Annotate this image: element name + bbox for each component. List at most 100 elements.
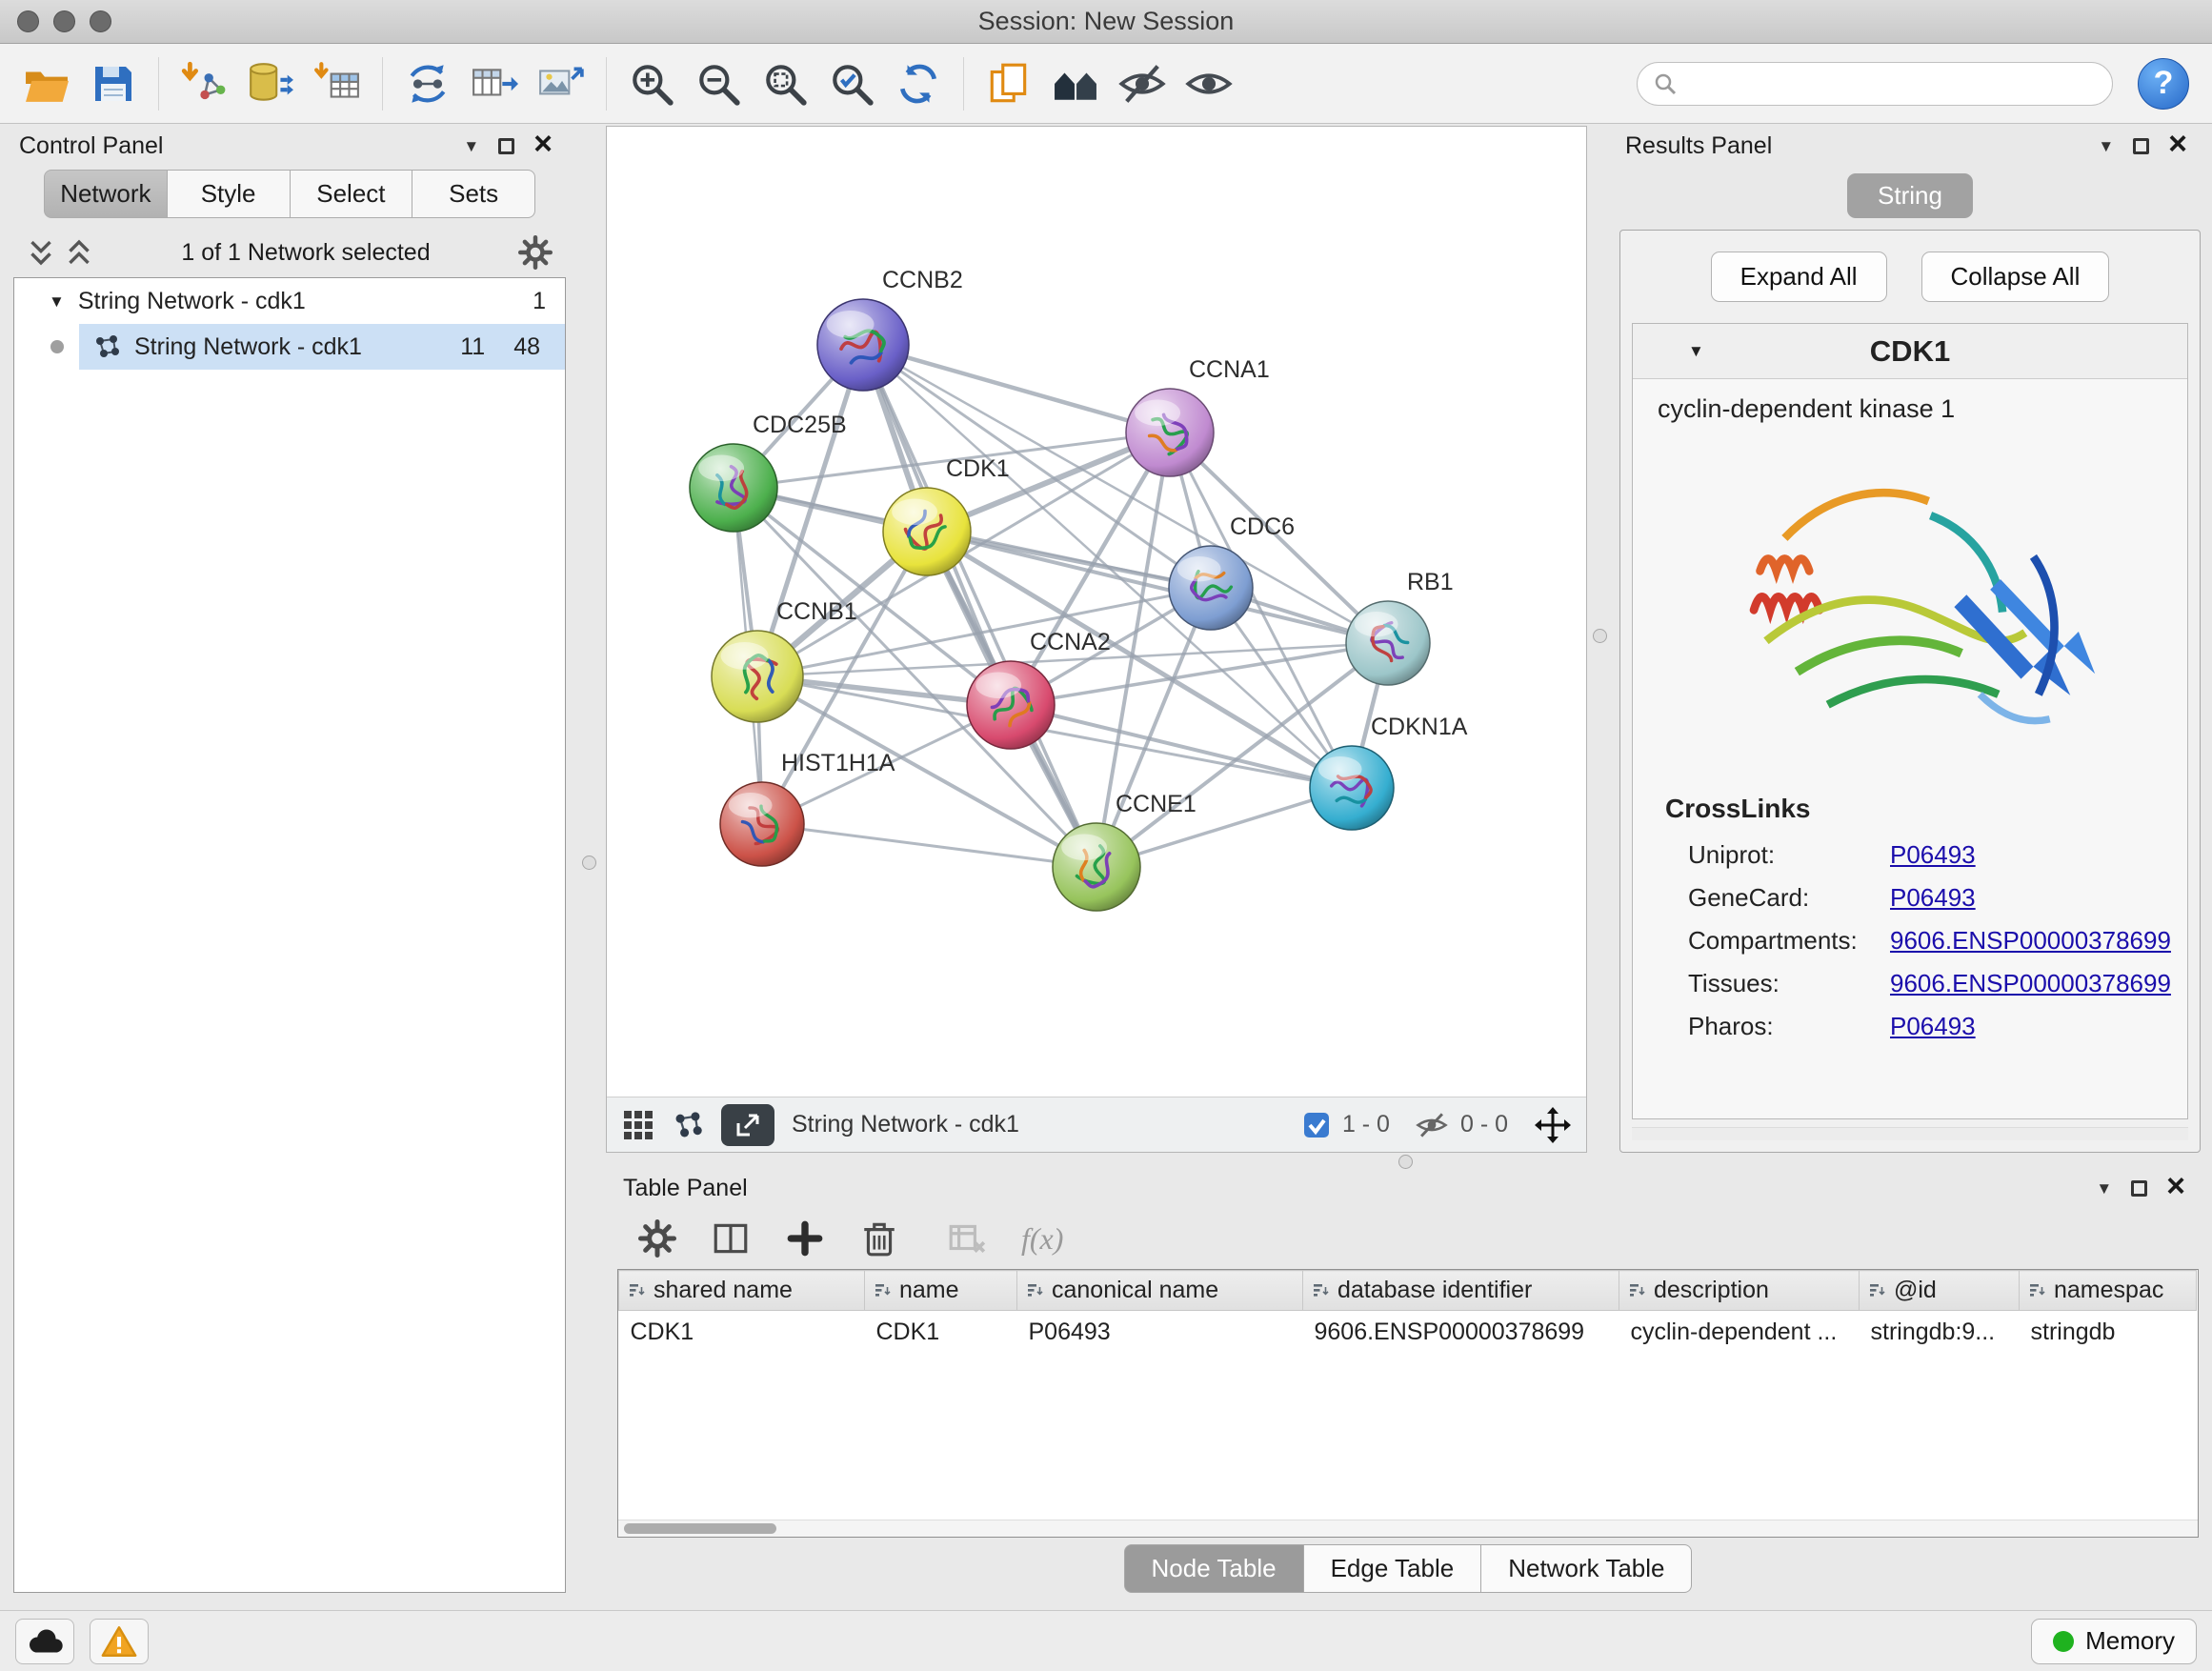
- import-table-file-button[interactable]: [306, 52, 369, 115]
- scrollbar-thumb[interactable]: [624, 1523, 776, 1534]
- column-header-namespac[interactable]: namespac: [2020, 1271, 2197, 1311]
- network-share-icon[interactable]: [672, 1109, 704, 1141]
- tab-network[interactable]: Network: [44, 170, 168, 218]
- hidden-eye-slash-icon[interactable]: [1415, 1110, 1449, 1140]
- results-scrollbar[interactable]: [1632, 1127, 2188, 1140]
- cell-namespac[interactable]: stringdb: [2020, 1311, 2197, 1355]
- network-row[interactable]: String Network - cdk1 11 48: [14, 324, 565, 370]
- selection-checkbox-icon[interactable]: [1302, 1111, 1331, 1139]
- network-canvas[interactable]: CCNB2CCNA1CDC25BCDK1CDC6RB1CCNB1CCNA2CDK…: [607, 127, 1586, 1097]
- show-columns-icon[interactable]: [711, 1218, 751, 1258]
- zoom-fit-button[interactable]: [754, 52, 816, 115]
- panel-close-icon[interactable]: ×: [533, 128, 553, 160]
- import-network-database-button[interactable]: [239, 52, 302, 115]
- export-image-button[interactable]: [530, 52, 593, 115]
- zoom-selected-button[interactable]: [820, 52, 883, 115]
- cloud-button[interactable]: [15, 1619, 74, 1664]
- zoom-out-button[interactable]: [687, 52, 750, 115]
- export-view-button[interactable]: [721, 1104, 774, 1146]
- column-header-canonical-name[interactable]: canonical name: [1017, 1271, 1303, 1311]
- add-column-icon[interactable]: [785, 1218, 825, 1258]
- network-node-CDC25B[interactable]: [690, 444, 777, 532]
- cell-name[interactable]: CDK1: [865, 1311, 1017, 1355]
- crosslink-link-tissues[interactable]: 9606.ENSP00000378699: [1890, 969, 2171, 998]
- help-button[interactable]: ?: [2138, 58, 2189, 110]
- crosslink-link-pharos[interactable]: P06493: [1890, 1012, 1976, 1041]
- show-graphics-details-button[interactable]: [1177, 52, 1240, 115]
- panel-float-icon[interactable]: [2133, 138, 2149, 154]
- column-header-shared-name[interactable]: shared name: [619, 1271, 865, 1311]
- panel-collapse-icon[interactable]: ▼: [463, 138, 479, 154]
- warnings-button[interactable]: [90, 1619, 149, 1664]
- open-session-button[interactable]: [15, 52, 78, 115]
- column-header-id[interactable]: @id: [1860, 1271, 2020, 1311]
- zoom-window-button[interactable]: [90, 10, 111, 32]
- collapse-all-tree-icon[interactable]: [27, 238, 55, 267]
- panel-float-icon[interactable]: [498, 138, 514, 154]
- column-header-database-identifier[interactable]: database identifier: [1303, 1271, 1619, 1311]
- expand-all-tree-icon[interactable]: [65, 238, 93, 267]
- disclosure-triangle-icon[interactable]: ▼: [49, 293, 65, 310]
- tab-string[interactable]: String: [1847, 173, 1973, 218]
- network-node-CCNE1[interactable]: [1053, 823, 1140, 911]
- copy-button[interactable]: [977, 52, 1040, 115]
- expand-all-button[interactable]: Expand All: [1711, 252, 1887, 302]
- cell-canonical-name[interactable]: P06493: [1017, 1311, 1303, 1355]
- memory-button[interactable]: Memory: [2031, 1619, 2197, 1664]
- cell-description[interactable]: cyclin-dependent ...: [1619, 1311, 1860, 1355]
- pan-crosshair-icon[interactable]: [1535, 1107, 1571, 1143]
- network-node-RB1[interactable]: [1346, 601, 1430, 685]
- table-gear-icon[interactable]: [638, 1219, 676, 1258]
- cell-id[interactable]: stringdb:9...: [1860, 1311, 2020, 1355]
- hide-graphics-details-button[interactable]: [1111, 52, 1174, 115]
- table-row-0[interactable]: CDK1CDK1P064939606.ENSP00000378699cyclin…: [619, 1311, 2197, 1355]
- gear-icon[interactable]: [518, 235, 553, 270]
- save-session-button[interactable]: [82, 52, 145, 115]
- new-network-from-selection-button[interactable]: [396, 52, 459, 115]
- network-edge-HIST1H1A-CCNE1[interactable]: [762, 824, 1096, 867]
- apply-layout-button[interactable]: [887, 52, 950, 115]
- import-network-file-button[interactable]: [172, 52, 235, 115]
- network-node-CCNA1[interactable]: [1126, 389, 1214, 476]
- birdseye-view-icon[interactable]: [622, 1109, 654, 1141]
- panel-collapse-icon[interactable]: ▼: [2098, 138, 2114, 154]
- collapse-all-button[interactable]: Collapse All: [1921, 252, 2110, 302]
- cell-database-identifier[interactable]: 9606.ENSP00000378699: [1303, 1311, 1619, 1355]
- network-node-CDK1[interactable]: [883, 488, 971, 575]
- panel-close-icon[interactable]: ×: [2166, 1170, 2185, 1202]
- search-input[interactable]: [1687, 70, 2097, 97]
- table-horizontal-scrollbar[interactable]: [618, 1520, 2198, 1537]
- panel-close-icon[interactable]: ×: [2168, 128, 2187, 160]
- horizontal-splitter-handle[interactable]: [1398, 1155, 1413, 1169]
- tab-node-table[interactable]: Node Table: [1124, 1544, 1304, 1593]
- network-row-selected[interactable]: String Network - cdk1 11 48: [79, 324, 565, 370]
- panel-collapse-icon[interactable]: ▼: [2096, 1180, 2112, 1197]
- network-edge-CDK1-RB1[interactable]: [927, 532, 1388, 643]
- network-node-HIST1H1A[interactable]: [720, 782, 804, 866]
- network-edge-CCNB2-CCNE1[interactable]: [863, 345, 1096, 867]
- tab-network-table[interactable]: Network Table: [1481, 1544, 1692, 1593]
- network-node-CDC6[interactable]: [1169, 546, 1253, 630]
- column-header-description[interactable]: description: [1619, 1271, 1860, 1311]
- protein-entry-header[interactable]: ▼ CDK1: [1633, 324, 2187, 379]
- network-node-CCNA2[interactable]: [967, 661, 1055, 749]
- vertical-splitter-handle-left[interactable]: [582, 856, 596, 870]
- tab-edge-table[interactable]: Edge Table: [1304, 1544, 1482, 1593]
- crosslink-link-compartments[interactable]: 9606.ENSP00000378699: [1890, 926, 2171, 956]
- column-header-name[interactable]: name: [865, 1271, 1017, 1311]
- network-node-CCNB1[interactable]: [712, 631, 803, 722]
- first-neighbors-button[interactable]: [1044, 52, 1107, 115]
- cell-shared-name[interactable]: CDK1: [619, 1311, 865, 1355]
- network-node-CDKN1A[interactable]: [1310, 746, 1394, 830]
- network-edge-CCNB2-CCNA1[interactable]: [863, 345, 1170, 433]
- export-table-button[interactable]: [463, 52, 526, 115]
- panel-float-icon[interactable]: [2131, 1180, 2147, 1197]
- tab-sets[interactable]: Sets: [412, 170, 535, 218]
- tab-style[interactable]: Style: [168, 170, 291, 218]
- crosslink-link-genecard[interactable]: P06493: [1890, 883, 1976, 913]
- crosslink-link-uniprot[interactable]: P06493: [1890, 840, 1976, 870]
- vertical-splitter-handle-right[interactable]: [1593, 629, 1607, 643]
- tab-select[interactable]: Select: [291, 170, 413, 218]
- disclosure-triangle-icon[interactable]: ▼: [1688, 343, 1704, 359]
- close-window-button[interactable]: [17, 10, 39, 32]
